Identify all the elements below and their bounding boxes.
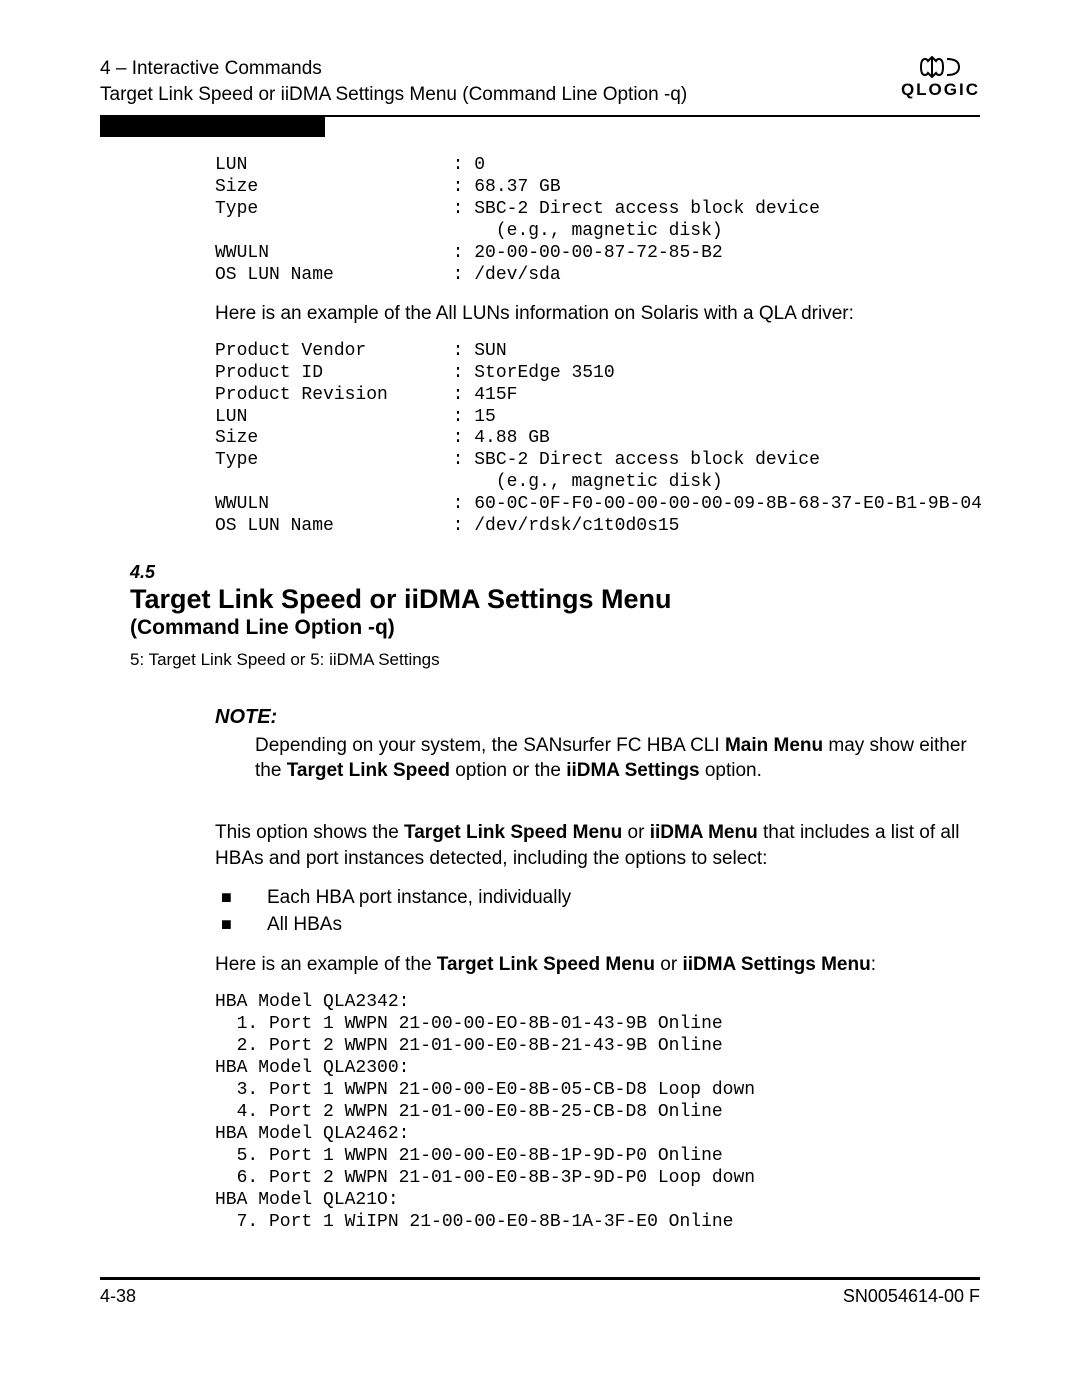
note-bold: Main Menu (725, 735, 823, 756)
section-title: Target Link Speed or iiDMA Settings Menu (130, 583, 980, 615)
note-body: Depending on your system, the SANsurfer … (255, 733, 980, 784)
option-list: Each HBA port instance, individually All… (215, 885, 980, 938)
brand-logo: QLOGIC (901, 56, 980, 100)
note-bold: iiDMA Settings (566, 760, 699, 781)
note-text: option or the (450, 760, 566, 781)
body-text: or (655, 954, 682, 975)
body-text: Here is an example of the (215, 954, 437, 975)
code-block-hba-menu: HBA Model QLA2342: 1. Port 1 WWPN 21-00-… (215, 992, 980, 1233)
section-description: 5: Target Link Speed or 5: iiDMA Setting… (130, 650, 980, 670)
chapter-subtitle: Target Link Speed or iiDMA Settings Menu… (100, 82, 687, 108)
note-bold: Target Link Speed (287, 760, 450, 781)
page-footer: 4-38 SN0054614-00 F (100, 1286, 980, 1307)
list-item: Each HBA port instance, individually (215, 885, 980, 912)
section-number: 4.5 (130, 562, 980, 583)
note-text: option. (700, 760, 762, 781)
body-text: This option shows the (215, 822, 404, 843)
code-block-solaris-lun: Product Vendor : SUN Product ID : StorEd… (215, 341, 980, 539)
body-text: : (871, 954, 876, 975)
paragraph-example-intro: Here is an example of the Target Link Sp… (215, 952, 980, 978)
body-bold: iiDMA Menu (650, 822, 758, 843)
header-text: 4 – Interactive Commands Target Link Spe… (100, 56, 687, 107)
body-bold: Target Link Speed Menu (437, 954, 655, 975)
code-block-lun-info: LUN : 0 Size : 68.37 GB Type : SBC-2 Dir… (215, 155, 980, 287)
list-item: All HBAs (215, 912, 980, 939)
body-bold: Target Link Speed Menu (404, 822, 622, 843)
paragraph-solaris-intro: Here is an example of the All LUNs infor… (215, 301, 980, 327)
qlogic-symbol-icon (917, 56, 963, 78)
body-bold: iiDMA Settings Menu (682, 954, 870, 975)
note-label: NOTE: (215, 706, 980, 729)
section-subtitle: (Command Line Option -q) (130, 616, 980, 640)
chapter-label: 4 – Interactive Commands (100, 56, 687, 82)
footer-rule (100, 1277, 980, 1280)
paragraph-option-desc: This option shows the Target Link Speed … (215, 820, 980, 871)
header-tab (100, 117, 325, 137)
page-number: 4-38 (100, 1286, 136, 1307)
page-header: 4 – Interactive Commands Target Link Spe… (100, 56, 980, 107)
note-text: Depending on your system, the SANsurfer … (255, 735, 725, 756)
doc-id: SN0054614-00 F (843, 1286, 980, 1307)
brand-name: QLOGIC (901, 80, 980, 99)
body-text: or (622, 822, 649, 843)
